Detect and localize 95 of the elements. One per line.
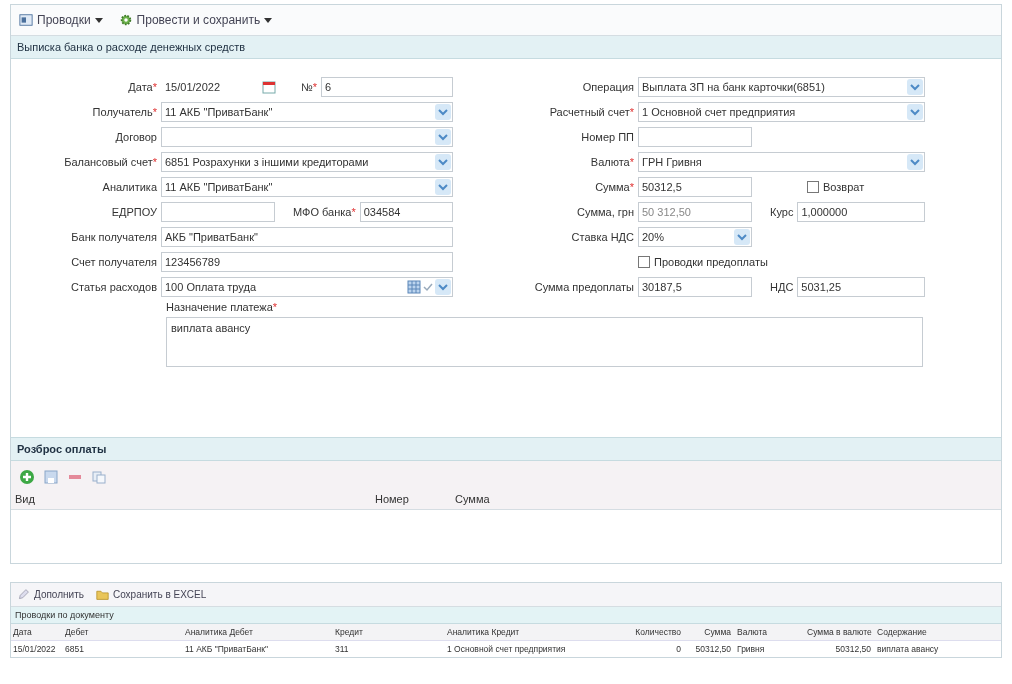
column-header[interactable]: Валюта [737,627,807,637]
input-field[interactable]: АКБ "ПриватБанк" [161,227,453,247]
toolbar-button[interactable]: Провести и сохранить [114,11,277,29]
add-icon[interactable] [19,469,35,485]
column-header[interactable]: Номер [375,493,455,505]
input-field[interactable]: 11 АКБ "ПриватБанк" [161,177,453,197]
field-label: Статья расходов [70,281,158,293]
field-label: ЕДРПОУ [110,206,158,218]
input-field[interactable]: 6 [321,77,453,97]
toolbar-button[interactable]: Сохранить в EXCEL [91,586,211,603]
dropdown-icon[interactable] [435,154,451,170]
table-cell-text: 50312,50 [834,644,872,654]
dropdown-icon[interactable] [907,79,923,95]
input-field[interactable] [161,202,275,222]
table-cell-text: 15/01/2022 [13,644,57,654]
text-area[interactable]: виплата авансу [166,317,923,367]
input-field[interactable]: 1 Основной счет предприятия [638,102,925,122]
column-header[interactable]: Сумма в валюте [807,627,877,637]
input-field[interactable]: Выплата ЗП на банк карточки(6851) [638,77,925,97]
field-label: Счет получателя [70,256,158,268]
column-header[interactable]: Вид [15,493,375,505]
section-title: Розброс оплаты [11,437,1001,461]
input-field[interactable]: 30187,5 [638,277,752,297]
dropdown-icon[interactable] [435,104,451,120]
field-label: Договор [114,131,158,143]
input-field[interactable]: 034584 [359,202,453,222]
input-field[interactable]: 100 Оплата труда [161,277,453,297]
table-cell-text: 11 АКБ "ПриватБанк" [185,644,269,654]
field-label: Курс [769,206,795,218]
document-icon [19,13,33,27]
checkbox[interactable]: Проводки предоплаты [638,256,768,268]
column-header[interactable]: Количество [617,627,687,637]
field-label: Дата* [127,81,158,93]
input-field[interactable]: 50312,5 [638,177,752,197]
column-header[interactable]: Содержание [877,627,999,637]
table-cell-text: Гривня [737,644,766,654]
input-field[interactable]: ГРН Гривня [638,152,925,172]
table-cell-text: 0 [675,644,682,654]
field-label: Сумма предоплаты [534,281,634,293]
field-label: Аналитика [101,181,158,193]
toolbar-button[interactable]: Дополнить [13,586,88,603]
input-field[interactable]: 50 312,50 [638,202,752,222]
dropdown-icon[interactable] [907,104,923,120]
input-field[interactable]: 1,000000 [797,202,925,222]
input-field[interactable] [638,127,752,147]
table-cell-text: 50312,50 [694,644,732,654]
table-cell-text: виплата авансу [877,644,940,654]
input-field[interactable]: 11 АКБ "ПриватБанк" [161,102,453,122]
field-label: Сумма* [595,181,634,193]
column-header[interactable]: Дебет [65,627,185,637]
field-label: Получатель* [91,106,158,118]
column-header[interactable]: Аналитика Кредит [447,627,617,637]
column-header[interactable]: Дата [13,627,65,637]
input-field[interactable] [161,127,453,147]
field-label: Номер ПП [581,131,634,143]
field-label: МФО банка* [292,206,357,218]
folder-icon [95,588,109,601]
field-label: НДС [769,281,795,293]
field-label: Сумма, грн [577,206,634,218]
dropdown-icon[interactable] [734,229,750,245]
field-label: Балансовый счет* [63,156,158,168]
column-header[interactable]: Сумма [455,493,490,505]
table-cell-text: 311 [335,644,350,654]
checkbox[interactable]: Возврат [807,181,865,193]
calendar-icon[interactable] [261,79,277,95]
field-label: Ставка НДС [571,231,634,243]
toolbar-button[interactable]: Проводки [15,11,107,29]
field-label: Валюта* [590,156,634,168]
gear-icon [118,13,133,27]
column-header[interactable]: Аналитика Дебет [185,627,335,637]
input-field[interactable]: 20% [638,227,752,247]
field-label: Назначение платежа* [166,301,279,313]
column-header[interactable]: Кредит [335,627,447,637]
dropdown-icon[interactable] [435,129,451,145]
field-label: Операция [582,81,634,93]
table-cell-text: 6851 [65,644,85,654]
caret-icon [94,17,103,23]
dropdown-icon[interactable] [907,154,923,170]
input-field[interactable]: 123456789 [161,252,453,272]
field-label: Банк получателя [70,231,158,243]
caret-icon [264,17,273,23]
table-icon[interactable] [407,280,421,294]
dropdown-icon[interactable] [435,179,451,195]
field-label: Расчетный счет* [549,106,634,118]
field-label: №* [300,81,319,93]
pencil-icon [17,588,30,601]
table-cell-text: 1 Основной счет предприятия [447,644,567,654]
input-field[interactable]: 6851 Розрахунки з іншими кредиторами [161,152,453,172]
column-header[interactable]: Сумма [687,627,737,637]
copy-icon[interactable] [91,469,107,485]
save-icon[interactable] [43,469,59,485]
input-field[interactable]: 5031,25 [797,277,925,297]
panel-title: Выписка банка о расходе денежных средств [11,36,1001,59]
panel-title: Проводки по документу [11,607,1001,624]
dropdown-icon[interactable] [435,279,451,295]
